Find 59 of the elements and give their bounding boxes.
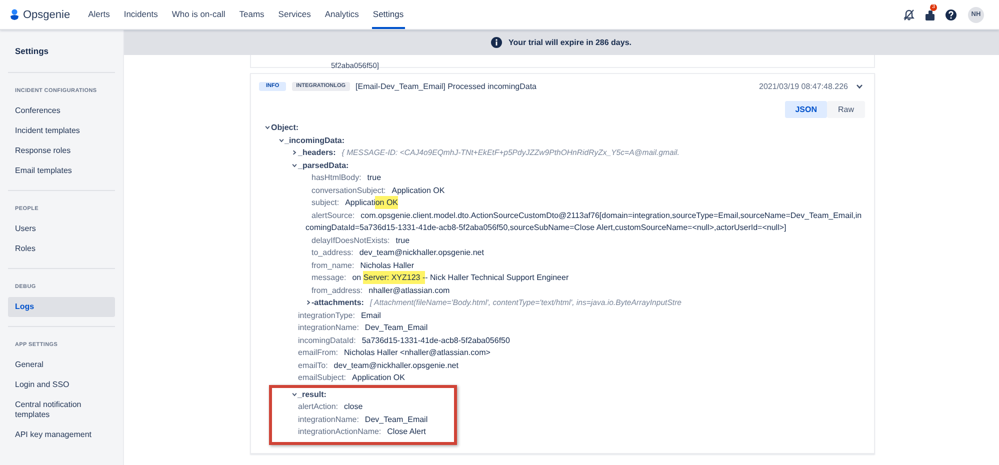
nav-link[interactable]: Teams: [238, 0, 266, 29]
json-entry: conversationSubject: Application OK: [310, 184, 445, 197]
json-entry: emailFrom: Nicholas Haller <nhaller@atlassian.com>: [297, 347, 490, 359]
json-entry: alertAction: close: [297, 401, 363, 413]
product-name: Opsgenie: [23, 8, 70, 20]
nav-link[interactable]: Alerts: [87, 0, 111, 29]
chevron-down-icon[interactable]: [856, 84, 863, 88]
json-entry: integrationName: Dev_Team_Email: [297, 414, 428, 426]
sidebar-item[interactable]: Response roles: [8, 141, 115, 161]
json-key: _headers:: [298, 148, 336, 157]
sidebar-item[interactable]: Email templates: [8, 161, 115, 181]
json-entry: to_address: dev_team@nickhaller.opsgenie.net: [310, 247, 484, 259]
banner-text: Your trial will expire in 286 days.: [508, 38, 632, 47]
json-entry: hasHtmlBody: true: [310, 172, 382, 184]
json-entry: integrationType: Email: [297, 310, 381, 322]
json-entry: from_address: nhaller@atlassian.com: [310, 284, 450, 297]
json-key: -attachments:: [312, 298, 364, 307]
log-message: [Email-Dev_Team_Email] Processed incomingData: [356, 82, 537, 90]
sidebar-item[interactable]: General: [8, 355, 115, 375]
sidebar-item[interactable]: Users: [8, 219, 115, 239]
sidebar-item[interactable]: Central notification templates: [8, 395, 115, 425]
nav-link[interactable]: Services: [277, 0, 312, 29]
view-toggle-button[interactable]: JSON: [785, 101, 827, 118]
json-entry: integrationActionName: Close Alert: [297, 426, 426, 438]
chevron-down-icon[interactable]: [292, 162, 297, 168]
json-entry: subject: Application OK: [310, 197, 398, 210]
chevron-down-icon[interactable]: [278, 138, 284, 143]
box-icon[interactable]: [924, 8, 936, 20]
json-key: _incomingData:: [284, 136, 345, 144]
view-toggle-button[interactable]: Raw: [826, 101, 865, 118]
json-entry: message: on Server: XYZ123 -- Nick Haller Technical Support Engineer: [310, 272, 569, 284]
sidebar-item[interactable]: API key management: [8, 425, 115, 445]
nav-link[interactable]: Analytics: [324, 0, 360, 29]
json-entry: incomingDataId: 5a736d15-1331-41de-acb8-5f2aba056f50: [297, 334, 510, 347]
json-entry: integrationName: Dev_Team_Email: [297, 322, 428, 334]
sidebar-item[interactable]: Roles: [8, 239, 115, 259]
nav-link[interactable]: Incidents: [122, 0, 159, 29]
sidebar-item[interactable]: Login and SSO: [8, 375, 115, 395]
log-timestamp: 2021/03/19 08:47:48.226: [759, 82, 848, 90]
chevron-down-icon[interactable]: [292, 392, 296, 397]
json-entry: from_name: Nicholas Haller: [310, 260, 414, 272]
json-key: _parsedData:: [298, 160, 349, 170]
json-entry: delayIfDoesNotExists: true: [310, 234, 410, 247]
sidebar-title: Settings: [14, 45, 50, 57]
sidebar-item[interactable]: Incident templates: [8, 121, 115, 141]
logo-icon: [10, 8, 19, 20]
nav-link[interactable]: Who is on-call: [170, 0, 226, 29]
json-key: _result:: [298, 390, 326, 398]
bell-icon[interactable]: [903, 8, 915, 20]
help-icon[interactable]: [945, 8, 957, 20]
json-key: Object:: [271, 123, 299, 132]
info-icon: [491, 37, 502, 48]
json-entry: emailSubject: Application OK: [297, 372, 405, 384]
chevron-down-icon[interactable]: [265, 125, 270, 130]
json-entry: emailTo: dev_team@nickhaller.opsgenie.net: [297, 360, 458, 372]
chevron-right-icon[interactable]: [292, 150, 297, 156]
sidebar-item[interactable]: Conferences: [8, 101, 115, 121]
sidebar-item[interactable]: Logs: [8, 297, 115, 317]
chevron-right-icon[interactable]: [306, 300, 310, 306]
